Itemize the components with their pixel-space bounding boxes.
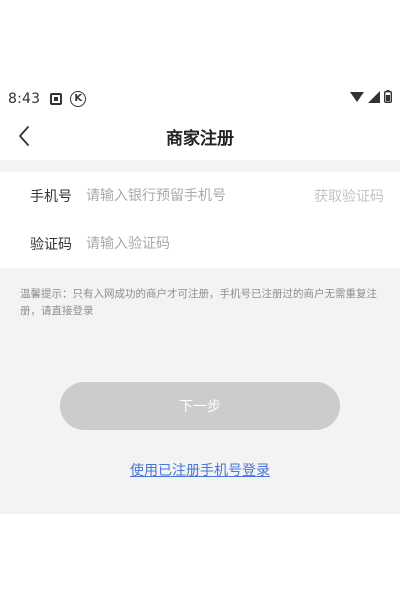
nav-bar: 商家注册 (0, 112, 400, 160)
login-with-registered-phone-link[interactable]: 使用已注册手机号登录 (0, 460, 400, 480)
status-bar: 8:43 K (0, 86, 400, 112)
k-glyph: K (74, 93, 83, 104)
status-right-icons (350, 90, 392, 103)
back-button[interactable] (10, 121, 38, 151)
page-title: 商家注册 (166, 128, 234, 149)
battery-icon (384, 90, 392, 103)
phone-label: 手机号 (30, 189, 72, 205)
merchant-register-screen: 8:43 K 商家注册 手机号 获取验证码 (0, 0, 400, 600)
phone-input[interactable] (86, 181, 296, 211)
header-divider (0, 160, 400, 172)
k-circle-icon: K (70, 91, 87, 107)
square-notification-icon (50, 93, 63, 105)
register-form: 手机号 获取验证码 验证码 (0, 172, 400, 268)
phone-row: 手机号 获取验证码 (0, 172, 400, 220)
code-input[interactable] (86, 229, 296, 259)
code-row: 验证码 (0, 220, 400, 268)
status-time: 8:43 (8, 91, 41, 107)
code-label: 验证码 (30, 237, 72, 253)
get-code-button[interactable]: 获取验证码 (314, 186, 384, 206)
next-button[interactable]: 下一步 (60, 382, 340, 430)
signal-icon (368, 90, 380, 103)
wifi-icon (350, 91, 364, 103)
tip-area: 温馨提示：只有入网成功的商户才可注册，手机号已注册过的商户无需重复注册，请直接登… (0, 268, 400, 514)
tip-text: 温馨提示：只有入网成功的商户才可注册，手机号已注册过的商户无需重复注册，请直接登… (20, 288, 377, 317)
chevron-left-icon (19, 126, 29, 146)
